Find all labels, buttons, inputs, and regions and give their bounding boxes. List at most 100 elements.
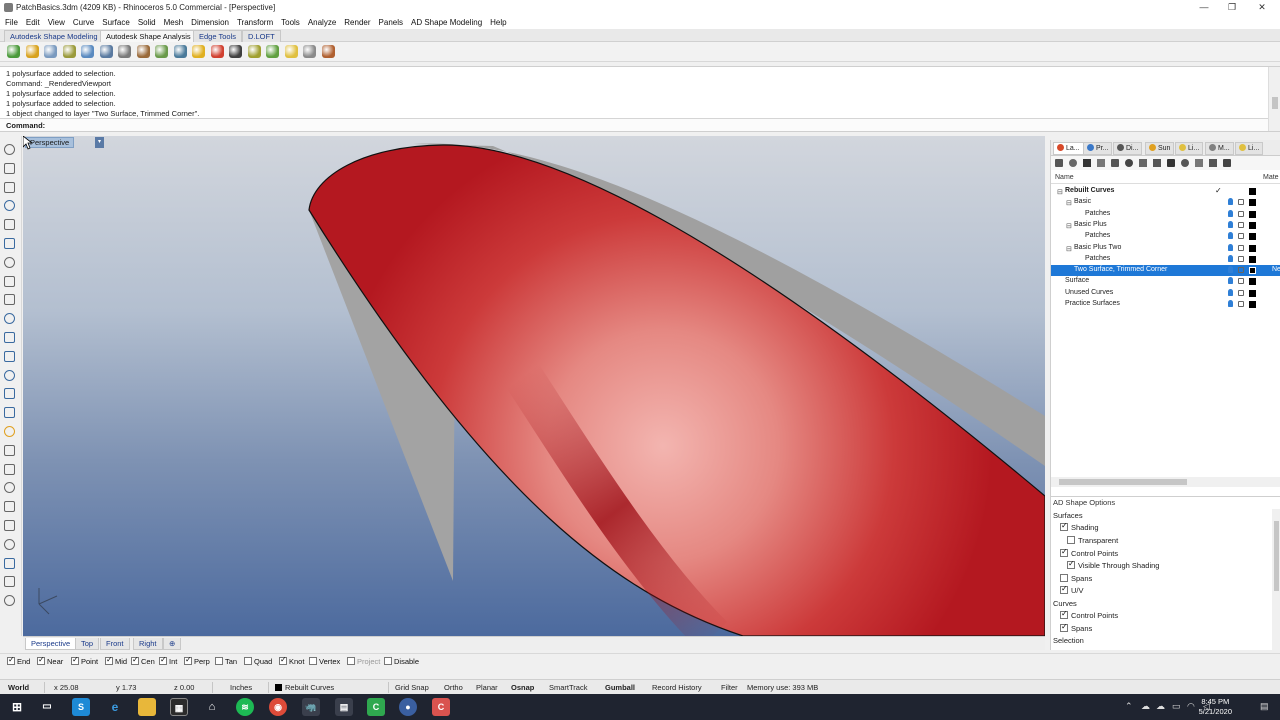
menu-tools[interactable]: Tools	[281, 15, 300, 27]
layer-color-swatch[interactable]	[1249, 278, 1256, 286]
osnap-project[interactable]: Project	[347, 657, 380, 666]
layer-tool-icon[interactable]	[1111, 159, 1119, 167]
modeling-tool-icon[interactable]	[4, 538, 15, 550]
layer-expand-toggle[interactable]: ⊟	[1066, 199, 1072, 207]
layer-tool-icon[interactable]	[1069, 159, 1077, 167]
notifications-icon[interactable]: ▤	[1260, 701, 1269, 712]
layer-expand-toggle[interactable]: ⊟	[1057, 188, 1063, 196]
osnap-point[interactable]: Point	[71, 655, 98, 666]
clock[interactable]: 8:45 PM 5/21/2020	[1199, 697, 1232, 717]
layer-tool-icon[interactable]	[1181, 159, 1189, 167]
smarttrack-toggle[interactable]: SmartTrack	[549, 683, 587, 692]
modeling-tool-icon[interactable]	[4, 388, 15, 400]
osnap-checkbox[interactable]	[215, 657, 223, 665]
scroll-thumb[interactable]	[1272, 97, 1278, 109]
menu-curve[interactable]: Curve	[73, 15, 94, 27]
ad-option[interactable]: Shading	[1060, 521, 1099, 532]
layer-visible-bulb-icon[interactable]	[1228, 277, 1233, 285]
modeling-tool-icon[interactable]	[4, 595, 15, 607]
layer-row[interactable]: Two Surface, Trimmed Corner Ne	[1051, 265, 1280, 277]
analysis-tool-icon[interactable]	[25, 45, 39, 58]
viewport-menu-arrow[interactable]: ▾	[95, 137, 104, 148]
layer-color-swatch[interactable]	[1249, 255, 1256, 263]
modeling-tool-icon[interactable]	[4, 144, 15, 155]
ad-option[interactable]: U/V	[1060, 584, 1084, 595]
layer-row[interactable]: Patches	[1051, 231, 1280, 242]
osnap-end[interactable]: End	[7, 655, 30, 666]
store-icon[interactable]: ▦	[170, 698, 188, 716]
layer-tool-icon[interactable]	[1083, 159, 1091, 167]
spotify-icon[interactable]: ≋	[236, 698, 254, 716]
layer-tool-icon[interactable]	[1153, 159, 1161, 167]
layer-tool-icon[interactable]	[1055, 159, 1063, 167]
analysis-tool-icon[interactable]	[155, 45, 168, 58]
modeling-tool-icon[interactable]	[4, 426, 15, 437]
layer-visible-bulb-icon[interactable]	[1228, 209, 1233, 217]
ad-option-checkbox[interactable]	[1060, 584, 1068, 595]
layer-color-swatch[interactable]	[1249, 244, 1256, 252]
layer-visible-bulb-icon[interactable]	[1228, 220, 1233, 228]
modeling-tool-icon[interactable]	[4, 407, 15, 419]
record-history-toggle[interactable]: Record History	[652, 683, 702, 692]
onedrive-icon[interactable]: ☁	[1156, 701, 1165, 712]
menu-surface[interactable]: Surface	[102, 15, 130, 27]
grid-snap-toggle[interactable]: Grid Snap	[395, 683, 429, 692]
viewport-tab-1[interactable]: Top	[75, 638, 100, 650]
modeling-tool-icon[interactable]	[4, 219, 15, 231]
layer-color-swatch[interactable]	[1249, 221, 1256, 229]
layer-lock-icon[interactable]	[1238, 233, 1244, 240]
filter-toggle[interactable]: Filter	[721, 683, 738, 692]
layer-lock-icon[interactable]	[1238, 267, 1244, 274]
modeling-tool-icon[interactable]	[4, 463, 15, 475]
analysis-tool-icon[interactable]	[7, 45, 20, 58]
modeling-tool-icon[interactable]	[4, 313, 15, 325]
file-explorer-icon[interactable]	[138, 698, 156, 716]
layer-visible-bulb-icon[interactable]	[1228, 254, 1233, 262]
scroll-thumb[interactable]	[1059, 479, 1187, 485]
cloud-icon[interactable]: ☁	[1141, 701, 1150, 712]
task-view-icon[interactable]: ▭	[38, 698, 56, 716]
perspective-viewport[interactable]: Perspective ▾	[23, 136, 1045, 636]
layer-visible-bulb-icon[interactable]	[1228, 232, 1233, 240]
analysis-tool-icon[interactable]	[247, 45, 261, 58]
layer-lock-icon[interactable]	[1238, 301, 1244, 307]
osnap-tan[interactable]: Tan	[215, 657, 237, 666]
viewport-tab-2[interactable]: Front	[100, 638, 130, 650]
analysis-tool-icon[interactable]	[44, 45, 57, 58]
menu-transform[interactable]: Transform	[237, 15, 273, 27]
modeling-tool-icon[interactable]	[4, 350, 15, 362]
gumball-toggle[interactable]: Gumball	[605, 683, 635, 692]
ad-options-scrollbar[interactable]	[1272, 509, 1280, 651]
camtasia-recorder-icon[interactable]: C	[432, 698, 450, 716]
modeling-tool-icon[interactable]	[4, 369, 15, 381]
panel-tab-0[interactable]: La...	[1053, 142, 1084, 155]
menu-render[interactable]: Render	[344, 15, 370, 27]
analysis-tool-icon[interactable]	[321, 45, 335, 58]
toolbar-tab-0[interactable]: Autodesk Shape Modeling	[4, 30, 104, 42]
modeling-tool-icon[interactable]	[4, 256, 15, 268]
ad-option-checkbox[interactable]	[1060, 622, 1068, 632]
menu-analyze[interactable]: Analyze	[308, 15, 336, 27]
osnap-checkbox[interactable]	[105, 655, 113, 665]
tray-chevron-icon[interactable]: ⌃	[1125, 701, 1133, 712]
osnap-int[interactable]: Int	[159, 655, 177, 666]
layer-row[interactable]: Practice Surfaces	[1051, 299, 1280, 310]
osnap-checkbox[interactable]	[37, 655, 45, 665]
ad-option-checkbox[interactable]	[1060, 521, 1068, 532]
close-button[interactable]: ✕	[1248, 0, 1276, 15]
layer-color-swatch[interactable]	[1249, 210, 1256, 218]
osnap-quad[interactable]: Quad	[244, 657, 272, 666]
layer-color-swatch[interactable]	[1249, 289, 1256, 297]
layer-tool-icon[interactable]	[1125, 159, 1133, 167]
scroll-thumb[interactable]	[1274, 521, 1279, 591]
osnap-toggle[interactable]: Osnap	[511, 683, 534, 692]
modeling-tool-icon[interactable]	[4, 294, 15, 306]
layer-hscrollbar[interactable]	[1051, 477, 1280, 487]
osnap-checkbox[interactable]	[279, 655, 287, 665]
camtasia-icon[interactable]: C	[367, 698, 385, 716]
osnap-mid[interactable]: Mid	[105, 655, 127, 666]
planar-toggle[interactable]: Planar	[476, 683, 498, 692]
toolbar-tab-1[interactable]: Autodesk Shape Analysis	[100, 30, 197, 42]
analysis-tool-icon[interactable]	[62, 45, 76, 58]
layer-visible-bulb-icon[interactable]	[1228, 243, 1233, 251]
